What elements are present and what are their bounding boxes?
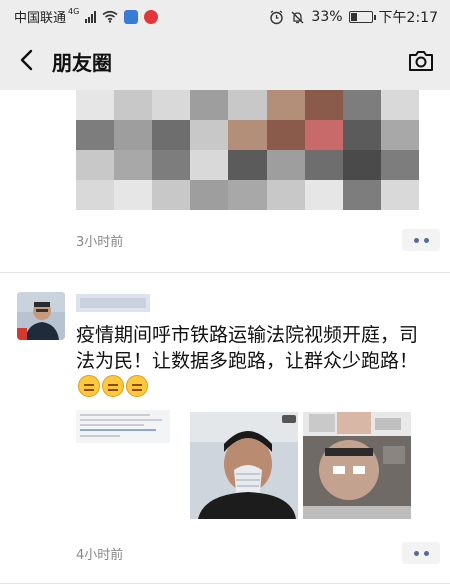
mosaic-cell [266,180,305,210]
video-call-photo [190,412,298,519]
avatar[interactable] [17,292,65,340]
mosaic-cell [190,120,229,150]
post-text: 疫情期间呼市铁路运输法院视频开庭，司法为民！让数据多跑路，让群众少跑路！ [76,322,428,400]
battery-icon [348,11,376,23]
post-image-video-screen[interactable] [303,412,411,519]
page-title: 朋友圈 [52,51,112,75]
mosaic-cell [380,90,419,120]
mosaic-cell [228,180,267,210]
emoji-icon [126,375,148,397]
wifi-icon [102,10,118,23]
mosaic-cell [76,180,115,210]
mosaic-cell [228,150,267,180]
post-image-video-call[interactable] [190,412,298,519]
mosaic-cell [114,120,153,150]
mosaic-cell [190,90,229,120]
mosaic-cell [114,180,153,210]
mosaic-cell [76,90,115,120]
moments-feed[interactable]: 3小时前 疫情期间呼市铁路运输法院视频开庭，司法为民！让数据多跑路，让群众少跑路… [0,90,450,588]
post-time: 3小时前 [76,235,124,250]
mosaic-cell [380,120,419,150]
post-text-content: 疫情期间呼市铁路运输法院视频开庭，司法为民！让数据多跑路，让群众少跑路！ [76,324,419,372]
mosaic-cell [76,150,115,180]
status-right: 33% 下午2:17 [269,7,438,27]
mosaic-cell [114,90,153,120]
mosaic-cell [114,150,153,180]
status-bar: 中国联通 4G 33% 下午2:17 [0,0,450,32]
app-notification-icon [124,9,139,24]
battery-percent: 33% [311,9,343,25]
mosaic-cell [228,120,267,150]
mosaic-cell [342,120,381,150]
mosaic-cell [152,90,191,120]
mosaic-cell [266,120,305,150]
mosaic-cell [380,180,419,210]
signal-icon [85,10,97,23]
clock: 下午2:17 [378,10,438,26]
post-more-button[interactable] [402,229,440,251]
avatar-image [17,292,65,340]
mosaic-cell [342,90,381,120]
mosaic-cell [152,180,191,210]
mosaic-cell [304,90,343,120]
chevron-left-icon[interactable] [12,45,42,75]
post-time: 4小时前 [76,548,124,563]
mosaic-cell [76,120,115,150]
video-screen-photo [303,412,411,519]
alarm-icon [270,9,284,24]
mute-icon [291,11,304,23]
mosaic-cell [342,180,381,210]
status-left: 中国联通 4G [14,7,159,26]
emoji-icon [78,375,100,397]
post-divider [0,272,450,273]
network-label: 4G [68,7,80,16]
mosaic-cell [266,150,305,180]
mosaic-cell [304,120,343,150]
mosaic-cell [304,180,343,210]
battery-fill [350,13,357,21]
mosaic-cell [266,90,305,120]
mosaic-cell [190,150,229,180]
mosaic-cell [342,150,381,180]
mosaic-cell [228,90,267,120]
post-image-document[interactable] [76,410,170,443]
camera-icon[interactable] [406,46,436,76]
mosaic-cell [152,150,191,180]
mosaic-cell [152,120,191,150]
emoji-icon [102,375,124,397]
username-blurred[interactable] [76,294,150,312]
carrier-label: 中国联通 [14,11,67,26]
post-divider [0,583,450,584]
app-notification-icon [144,9,159,24]
mosaic-cell [380,150,419,180]
post-more-button[interactable] [402,542,440,564]
blurred-post-image[interactable] [76,90,419,210]
mosaic-cell [304,150,343,180]
mosaic-cell [190,180,229,210]
nav-bar: 朋友圈 [0,32,450,90]
